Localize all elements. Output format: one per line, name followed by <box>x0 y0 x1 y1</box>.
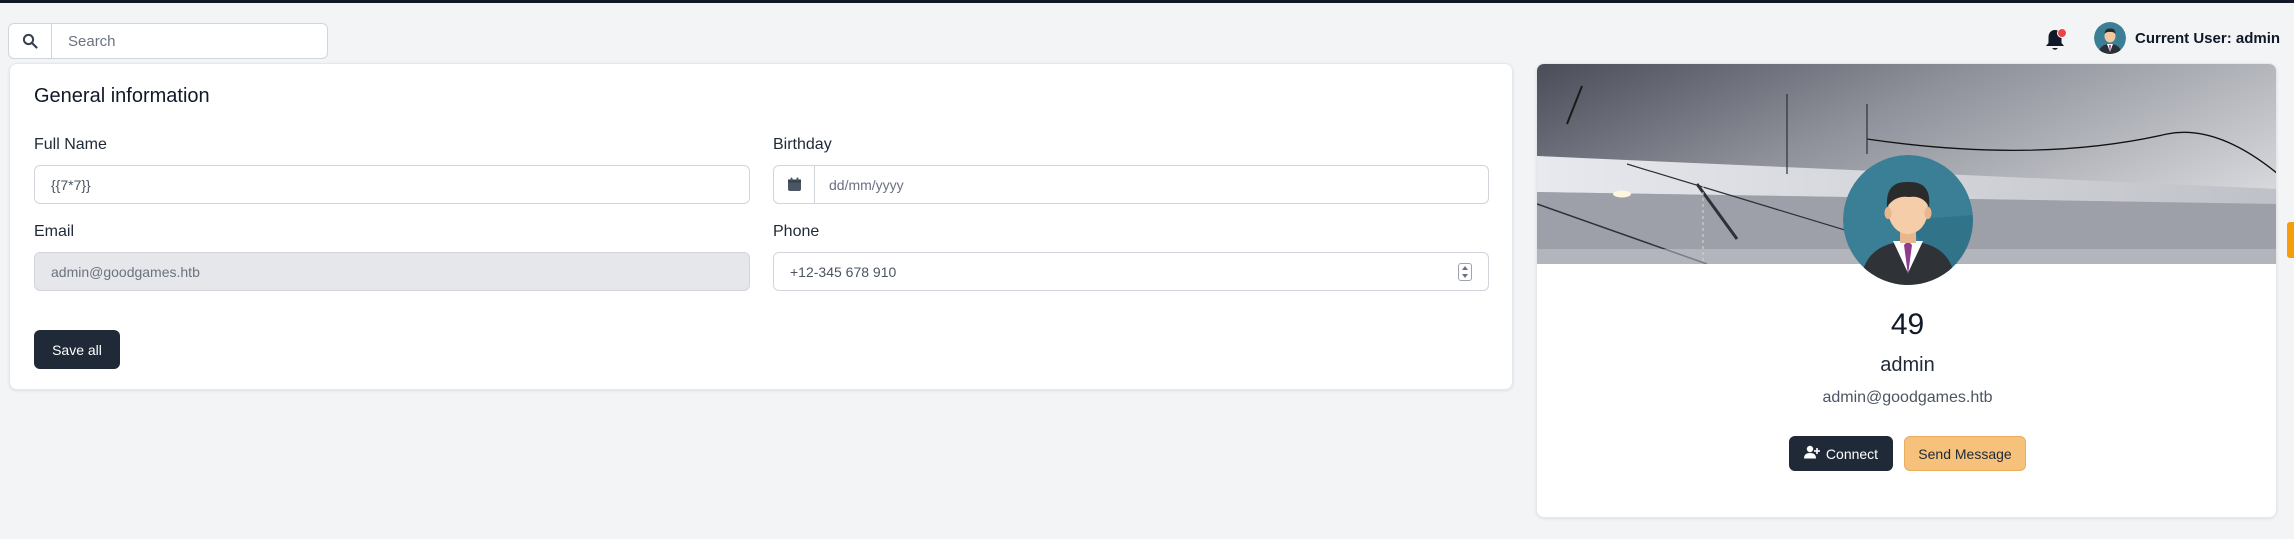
full-name-field[interactable]: {{7*7}} <box>34 165 750 204</box>
email-field: admin@goodgames.htb <box>34 252 750 291</box>
profile-email: admin@goodgames.htb <box>1822 389 1993 406</box>
full-name-value: {{7*7}} <box>51 176 91 193</box>
user-plus-icon <box>1803 445 1820 462</box>
connect-label: Connect <box>1825 445 1879 462</box>
email-label: Email <box>34 223 75 240</box>
top-border <box>0 0 2294 3</box>
full-name-label: Full Name <box>34 136 107 153</box>
number-spinner[interactable] <box>1458 263 1472 281</box>
connect-button[interactable]: Connect <box>1789 436 1893 471</box>
calendar-icon[interactable] <box>774 166 815 203</box>
search-bar[interactable] <box>8 23 328 59</box>
phone-field[interactable]: +12-345 678 910 <box>773 252 1489 291</box>
current-user-label: Current User: admin <box>2135 29 2281 47</box>
birthday-placeholder: dd/mm/yyyy <box>829 176 904 193</box>
profile-number: 49 <box>1890 308 1925 341</box>
search-icon[interactable] <box>9 24 52 58</box>
profile-card: 49 admin admin@goodgames.htb Connect Sen… <box>1536 63 2277 518</box>
phone-value: +12-345 678 910 <box>790 263 897 280</box>
bell-icon[interactable] <box>2044 28 2068 54</box>
search-input[interactable] <box>52 24 327 58</box>
send-message-label: Send Message <box>1918 445 2012 462</box>
profile-avatar <box>1843 155 1973 285</box>
card-title: General information <box>34 85 210 107</box>
birthday-field[interactable]: dd/mm/yyyy <box>773 165 1489 204</box>
general-information-card: General information Full Name {{7*7}} Bi… <box>9 63 1513 390</box>
email-value: admin@goodgames.htb <box>51 263 200 280</box>
phone-label: Phone <box>773 223 820 240</box>
edge-tab <box>2287 222 2294 258</box>
send-message-button[interactable]: Send Message <box>1904 436 2026 471</box>
save-all-label: Save all <box>52 341 102 358</box>
avatar <box>2094 22 2126 54</box>
user-menu[interactable]: Current User: admin <box>2094 22 2280 54</box>
birthday-label: Birthday <box>773 136 832 153</box>
profile-name: admin <box>1880 354 1935 376</box>
notification-dot <box>2057 28 2067 38</box>
save-all-button[interactable]: Save all <box>34 330 120 369</box>
